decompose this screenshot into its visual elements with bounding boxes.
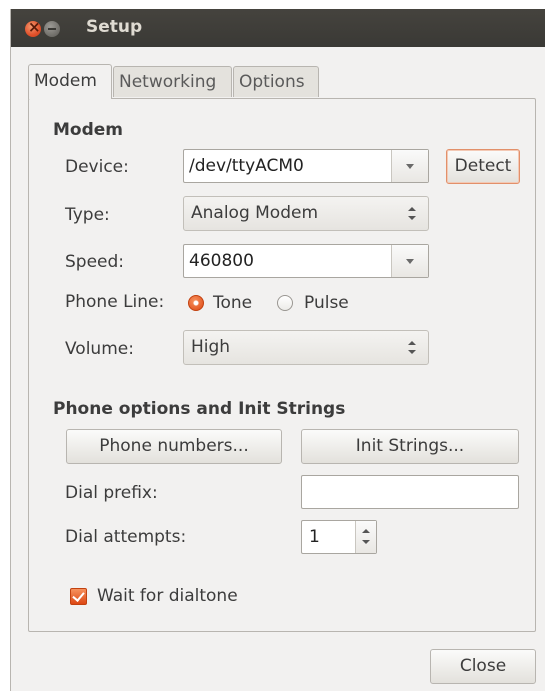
device-label: Device: [65,157,129,177]
speed-combo-entry[interactable]: 460800 [183,244,429,278]
phone-numbers-button[interactable]: Phone numbers... [66,429,282,464]
close-window-icon[interactable] [25,18,41,37]
chevron-down-icon[interactable] [391,150,428,182]
dial-attempts-value: 1 [309,527,320,547]
setup-window: Setup Modem Networking Options Modem Dev… [10,9,545,691]
modem-tab-panel: Modem Device: /dev/ttyACM0 Detect Type: … [28,98,536,632]
pulse-radio-label[interactable]: Pulse [304,293,349,313]
wait-dialtone-label[interactable]: Wait for dialtone [97,586,238,606]
title-bar: Setup [11,9,545,47]
speed-label: Speed: [65,252,125,272]
tab-options[interactable]: Options [233,66,319,97]
up-down-arrows-icon [408,207,416,221]
up-down-arrows-icon [408,341,416,355]
dial-attempts-spinner[interactable]: 1 [301,520,377,554]
volume-label: Volume: [65,339,134,359]
tone-radio[interactable] [188,295,204,311]
chevron-down-icon[interactable] [391,245,428,277]
tone-radio-label[interactable]: Tone [213,293,252,313]
wait-dialtone-checkbox[interactable] [70,588,87,605]
type-label: Type: [65,205,110,225]
spin-arrows-icon[interactable] [355,521,376,553]
minimize-window-icon[interactable] [44,21,60,37]
tab-networking[interactable]: Networking [113,66,232,97]
dial-prefix-input[interactable] [301,475,519,509]
volume-value: High [191,337,231,357]
tab-modem[interactable]: Modem [28,64,112,99]
phone-line-label: Phone Line: [65,292,165,312]
dial-attempts-label: Dial attempts: [65,527,187,547]
type-value: Analog Modem [191,203,319,223]
device-combo-entry[interactable]: /dev/ttyACM0 [183,149,429,183]
speed-value: 460800 [189,251,254,271]
pulse-radio[interactable] [277,295,293,311]
init-strings-button[interactable]: Init Strings... [301,429,519,464]
dial-prefix-label: Dial prefix: [65,483,158,503]
type-select[interactable]: Analog Modem [183,196,429,231]
window-title: Setup [86,17,143,37]
detect-button[interactable]: Detect [446,149,520,184]
phone-options-heading: Phone options and Init Strings [53,399,346,419]
modem-section-heading: Modem [53,120,124,140]
close-button[interactable]: Close [430,649,536,684]
volume-select[interactable]: High [183,330,429,365]
device-value: /dev/ttyACM0 [189,156,304,176]
